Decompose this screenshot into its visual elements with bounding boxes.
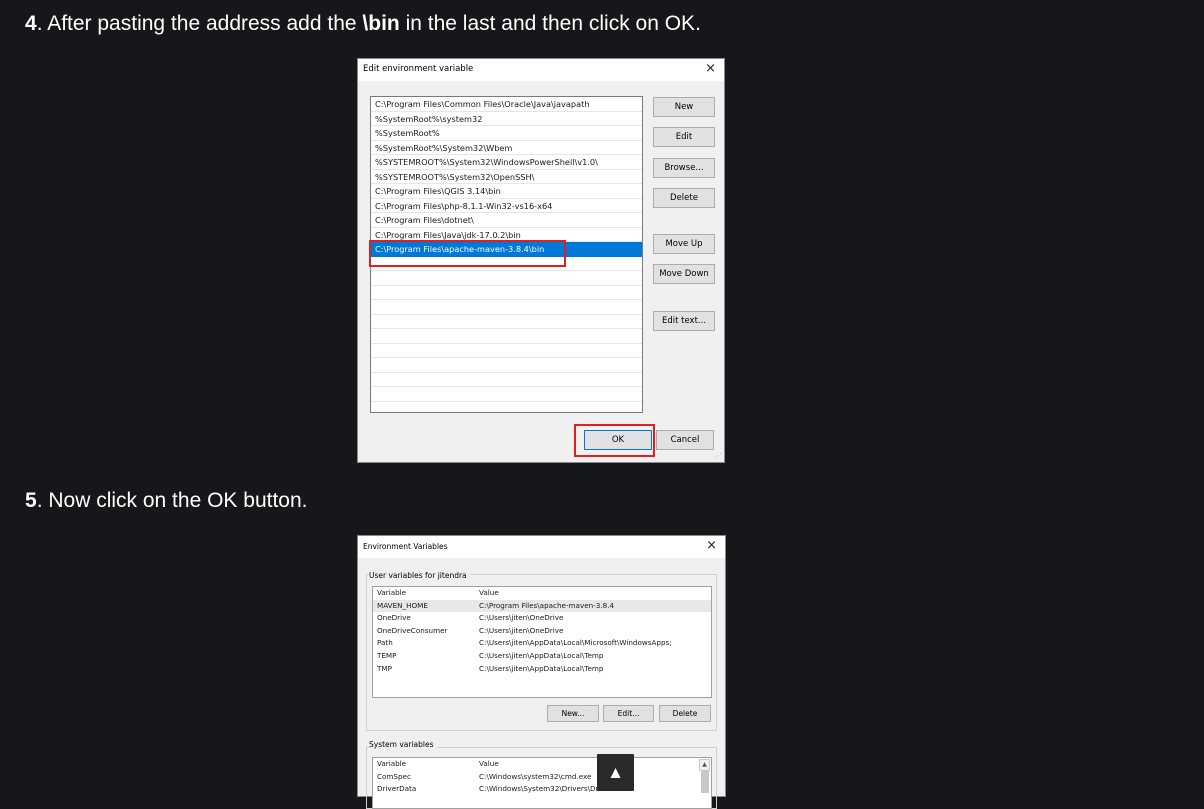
path-list-item[interactable]: C:\Program Files\Common Files\Oracle\Jav… [371,97,642,112]
dialog-titlebar: Environment Variables × [358,536,725,558]
scrollbar-thumb[interactable] [701,771,709,793]
system-variables-table[interactable]: Variable Value ComSpec C:\Windows\system3… [372,757,712,809]
variable-column-header: Variable [377,588,407,597]
variable-row[interactable]: ComSpec C:\Windows\system32\cmd.exe [373,771,711,784]
variable-name: Path [377,638,393,648]
delete-button[interactable]: Delete [653,188,715,208]
cancel-button[interactable]: Cancel [656,430,714,450]
variable-value: C:\Windows\system32\cmd.exe [479,771,592,781]
user-delete-button[interactable]: Delete [659,705,711,722]
path-list-empty-row[interactable] [371,286,642,300]
step-5-number: 5 [25,489,37,512]
system-variables-label: System variables [369,740,437,749]
path-list-empty-row[interactable] [371,387,642,402]
path-list-item[interactable]: %SystemRoot%\System32\Wbem [371,141,642,155]
variable-row[interactable]: TEMP C:\Users\jiten\AppData\Local\Temp [373,650,711,663]
user-table-header: Variable Value [373,587,711,600]
variable-value: C:\Users\jiten\OneDrive [479,613,564,623]
value-column-header: Value [479,759,499,768]
path-list-empty-row[interactable] [371,373,642,387]
dialog-title: Environment Variables [363,542,448,551]
user-edit-button[interactable]: Edit... [603,705,654,722]
edit-button[interactable]: Edit [653,127,715,147]
user-variables-table[interactable]: Variable Value MAVEN_HOME C:\Program File… [372,586,712,698]
step-5-text: . Now click on the OK button. [36,489,308,512]
back-to-top-button[interactable]: ▲ [597,754,634,791]
step-4-text-post: in the last and then click on OK. [399,12,701,35]
path-list-empty-row[interactable] [371,300,642,315]
edit-environment-variable-dialog: Edit environment variable × C:\Program F… [357,58,725,463]
variable-row[interactable]: Path C:\Users\jiten\AppData\Local\Microso… [373,637,711,650]
variable-row[interactable]: MAVEN_HOME C:\Program Files\apache-maven-… [373,599,711,613]
variable-name: ComSpec [377,771,411,781]
path-list-item[interactable]: C:\Program Files\dotnet\ [371,213,642,228]
path-list-item[interactable]: C:\Program Files\QGIS 3.14\bin [371,184,642,199]
path-list-item[interactable]: %SYSTEMROOT%\System32\WindowsPowerShell\… [371,155,642,170]
step-5-instruction: 5. Now click on the OK button. [25,488,307,514]
variable-value: C:\Users\jiten\AppData\Local\Temp [479,663,604,673]
dialog-title: Edit environment variable [363,64,474,74]
variable-value: C:\Program Files\apache-maven-3.8.4 [479,600,615,610]
dialog-titlebar: Edit environment variable × [358,59,724,81]
step-4-bold-bin: \bin [362,12,400,35]
variable-name: MAVEN_HOME [377,600,428,610]
step-4-number: 4 [25,12,37,35]
close-icon[interactable]: × [706,538,717,554]
variable-row[interactable]: TMP C:\Users\jiten\AppData\Local\Temp [373,663,711,676]
user-new-button[interactable]: New... [547,705,599,722]
path-list-empty-row[interactable] [371,315,642,329]
variable-column-header: Variable [377,759,407,768]
variable-row[interactable]: OneDrive C:\Users\jiten\OneDrive [373,612,711,625]
resize-grip-icon: ⋰ [715,452,722,460]
variable-name: TEMP [377,650,397,660]
variable-row[interactable]: DriverData C:\Windows\System32\Drivers\Dr… [373,783,711,796]
variable-value: C:\Users\jiten\AppData\Local\Microsoft\W… [479,638,672,648]
new-button[interactable]: New [653,97,715,117]
close-icon[interactable]: × [705,61,716,77]
step-4-text-pre: . After pasting the address add the [36,12,363,35]
variable-name: OneDrive [377,613,411,623]
environment-variables-dialog: Environment Variables × User variables f… [357,535,726,809]
step-4-instruction: 4. After pasting the address add the \bi… [25,11,701,37]
value-column-header: Value [479,588,499,597]
highlight-new-path-box [369,240,566,267]
variable-name: TMP [377,663,392,673]
scroll-up-arrow-icon[interactable]: ▲ [699,759,710,771]
path-list-item[interactable]: C:\Program Files\php-8.1.1-Win32-vs16-x6… [371,199,642,213]
path-list-empty-row[interactable] [371,358,642,373]
path-list-item[interactable]: %SystemRoot% [371,126,642,141]
highlight-ok-box [574,424,655,457]
browse-button[interactable]: Browse... [653,158,715,178]
move-down-button[interactable]: Move Down [653,264,715,284]
variable-name: DriverData [377,784,417,794]
system-table-header: Variable Value [373,758,711,771]
path-list-empty-row[interactable] [371,271,642,286]
path-list-empty-row[interactable] [371,344,642,358]
user-variables-label: User variables for jitendra [369,571,470,580]
path-list-item[interactable]: %SYSTEMROOT%\System32\OpenSSH\ [371,170,642,184]
variable-value: C:\Users\jiten\OneDrive [479,625,564,635]
variable-name: OneDriveConsumer [377,625,448,635]
edit-text-button[interactable]: Edit text... [653,311,715,331]
path-list-empty-row[interactable] [371,329,642,344]
path-list-item[interactable]: %SystemRoot%\system32 [371,112,642,126]
variable-value: C:\Users\jiten\AppData\Local\Temp [479,650,604,660]
variable-row[interactable]: OneDriveConsumer C:\Users\jiten\OneDrive [373,625,711,638]
move-up-button[interactable]: Move Up [653,234,715,254]
